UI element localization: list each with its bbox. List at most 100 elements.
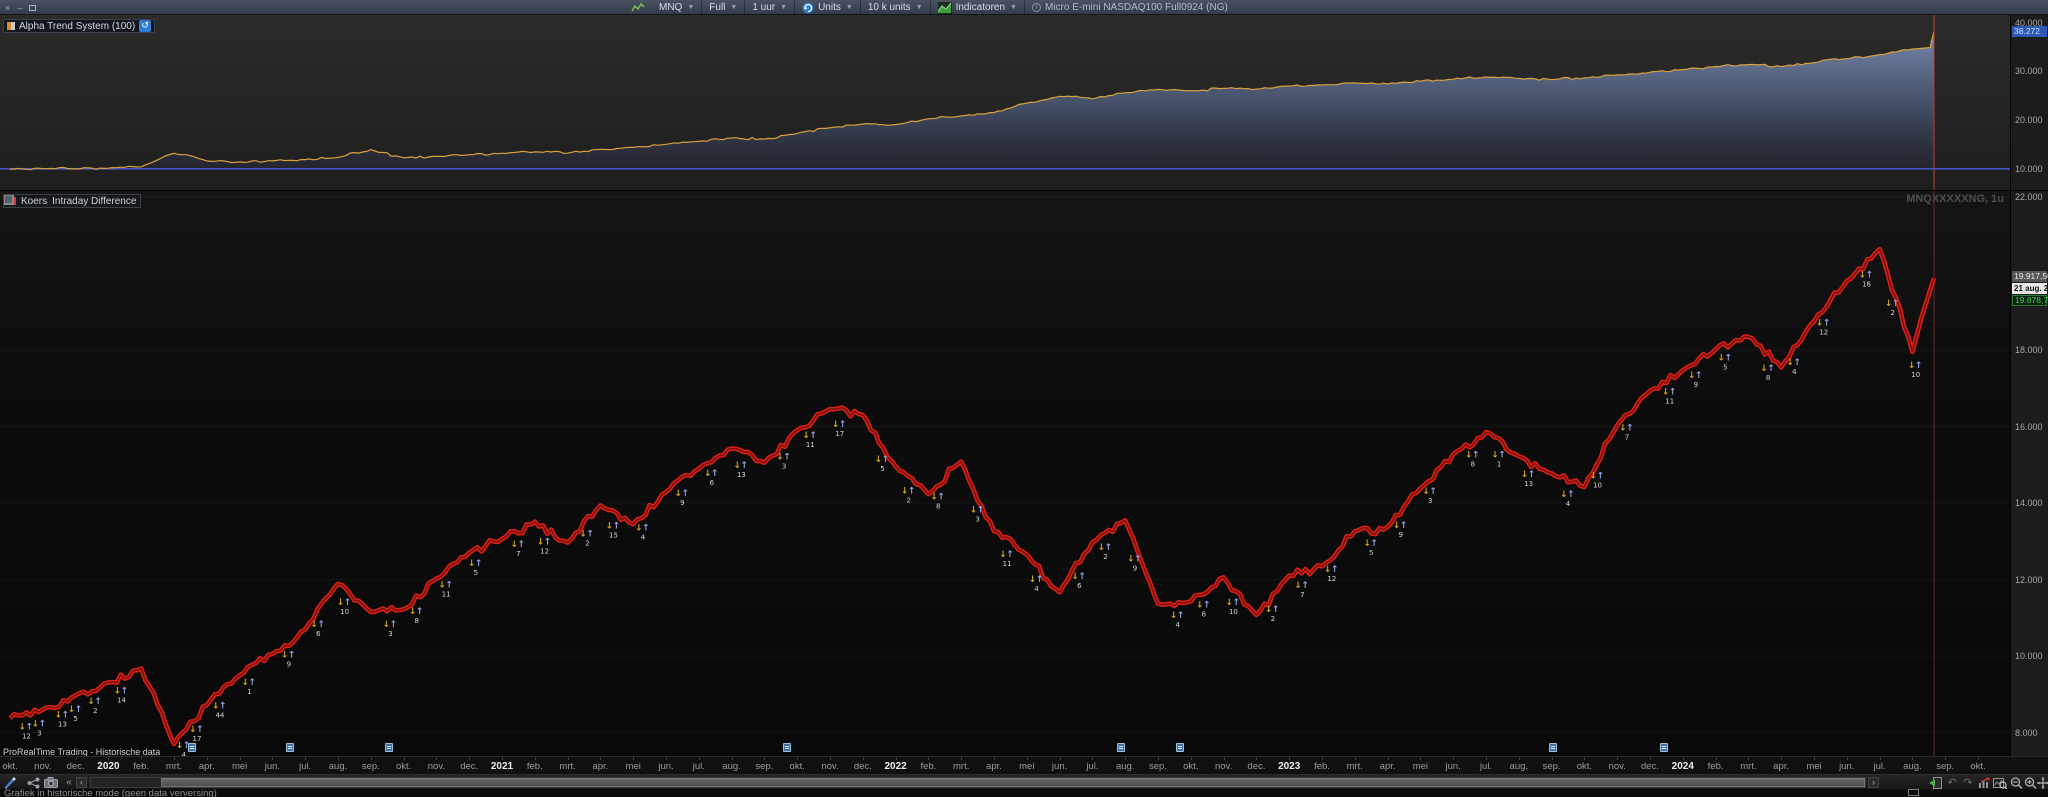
- timeline-tick: [1879, 757, 1881, 760]
- indicators-dropdown[interactable]: Indicatoren ▼: [931, 0, 1025, 15]
- scroll-left-arrow[interactable]: ‹: [76, 777, 87, 788]
- maximize-icon[interactable]: [29, 4, 37, 11]
- buy-arrow-icon: ↑: [1006, 550, 1014, 560]
- note-icon[interactable]: [1660, 743, 1668, 752]
- trade-marker: ↓ ↑8: [1760, 364, 1775, 382]
- price-legend-chip[interactable]: Koers Intraday Difference: [3, 194, 142, 208]
- trade-count-label: 2: [1271, 615, 1275, 623]
- trade-marker: ↓ ↑10: [1908, 361, 1923, 379]
- timeline-tick: [928, 757, 930, 760]
- y-axis-label: 22.000: [2015, 192, 2043, 202]
- trade-count-label: 15: [609, 532, 618, 540]
- trade-marker: ↓ ↑9: [674, 489, 689, 507]
- time-axis[interactable]: okt. nov. dec. 2020 feb. mrt. apr. mei jun. jul. a…: [0, 756, 2048, 774]
- trade-marker: ↓ ↑4: [1029, 575, 1044, 593]
- zoom-in-icon[interactable]: [2023, 776, 2037, 789]
- reset-icon[interactable]: ↺: [139, 20, 152, 32]
- symbol-dropdown[interactable]: MNQ ▼: [652, 0, 703, 15]
- trade-count-label: 2: [1103, 553, 1107, 561]
- units-dropdown[interactable]: Units ▼: [795, 0, 861, 15]
- trade-count-label: 12: [1327, 575, 1336, 583]
- trade-count-label: 3: [388, 630, 392, 638]
- timeline-tick: [10, 757, 11, 760]
- trade-count-label: 1: [247, 688, 251, 696]
- chevron-down-icon: ▼: [915, 4, 923, 11]
- timeline-tick: [206, 757, 208, 760]
- y-axis-label: 16.000: [2015, 421, 2043, 432]
- timeline-tick: [731, 757, 733, 760]
- chart-icon: [937, 1, 952, 14]
- detach-icon[interactable]: [1928, 776, 1942, 789]
- chart-scrollbar[interactable]: [90, 777, 1866, 788]
- note-icon[interactable]: [385, 743, 393, 752]
- undo-icon[interactable]: ↶: [1945, 776, 1959, 789]
- scroll-right-arrow[interactable]: ›: [1868, 777, 1879, 788]
- buy-arrow-icon: ↑: [445, 581, 453, 591]
- timeline-tick: [1223, 757, 1225, 760]
- range-dropdown[interactable]: Full ▼: [702, 0, 746, 15]
- trade-count-label: 14: [117, 697, 126, 705]
- price-y-axis[interactable]: 19.917,50 21 aug. 2024 19.878,75 22.000 1…: [2010, 191, 2048, 756]
- timeline-tick: [403, 757, 405, 760]
- trade-count-label: 3: [782, 462, 786, 470]
- buy-arrow-icon: ↑: [1724, 354, 1732, 364]
- cursor-date-tag: 21 aug. 2024: [2012, 282, 2048, 294]
- price-legend-label: Koers: [21, 195, 48, 207]
- window-mode-icon[interactable]: [1908, 789, 1919, 796]
- trade-marker: ↓ ↑3: [383, 620, 398, 638]
- trade-marker: ↓ ↑3: [776, 452, 791, 470]
- note-icon[interactable]: [783, 743, 791, 752]
- buy-arrow-icon: ↑: [1528, 470, 1536, 480]
- trade-count-label: 3: [975, 515, 979, 523]
- buy-arrow-icon: ↑: [1036, 575, 1044, 585]
- note-icon[interactable]: [188, 743, 196, 752]
- timeline-tick: [1289, 757, 1291, 760]
- trade-count-label: 5: [73, 715, 77, 723]
- indicator-legend-chip[interactable]: Alpha Trend System (100) ↺: [3, 19, 156, 33]
- timeframe-dropdown[interactable]: 1 uur ▼: [745, 0, 796, 15]
- info-icon[interactable]: i: [1031, 3, 1041, 12]
- trade-count-label: 2: [1890, 309, 1894, 317]
- trade-count-label: 12: [22, 733, 31, 741]
- crosshair-icon[interactable]: [2036, 776, 2048, 789]
- buy-arrow-icon: ↑: [344, 598, 352, 608]
- timeline-tick: [1846, 757, 1848, 760]
- minimize-icon[interactable]: –: [17, 3, 22, 13]
- note-icon[interactable]: [1117, 743, 1125, 752]
- note-icon[interactable]: [1549, 743, 1557, 752]
- trade-marker: ↓ ↑1: [241, 678, 256, 696]
- trade-count-label: 2: [585, 539, 589, 547]
- redo-icon[interactable]: ↷: [1961, 776, 1975, 789]
- equity-y-axis[interactable]: 38.272 40.000 30.000 20.000 10.000: [2010, 15, 2048, 190]
- trade-marker: ↓ ↑3: [32, 719, 47, 737]
- price-line: [8, 246, 1937, 747]
- trade-count-label: 2: [906, 496, 910, 504]
- chart-trade-icon[interactable]: [1977, 776, 1991, 789]
- zoom-out-icon[interactable]: [2009, 776, 2023, 789]
- buy-arrow-icon: ↑: [1272, 605, 1280, 615]
- scrollbar-thumb[interactable]: [161, 778, 1865, 787]
- trade-marker: ↓ ↑3: [970, 505, 985, 523]
- trade-count-label: 3: [37, 729, 41, 737]
- note-icon[interactable]: [1176, 743, 1184, 752]
- close-icon[interactable]: ×: [5, 3, 10, 13]
- buy-arrow-icon: ↑: [977, 505, 985, 515]
- timeline-tick: [1945, 757, 1947, 760]
- timeline-tick: [1322, 757, 1323, 760]
- buy-arrow-icon: ↑: [544, 538, 552, 548]
- trade-count-label: 12: [540, 548, 549, 556]
- trade-count-label: 13: [737, 471, 746, 479]
- equity-chart: [0, 15, 2010, 190]
- y-axis-label: 10.000: [2015, 651, 2043, 662]
- note-icon[interactable]: [286, 743, 294, 752]
- trade-count-label: 8: [1766, 374, 1770, 382]
- trade-count-label: 6: [1077, 582, 1082, 590]
- trade-marker: ↓ ↑2: [87, 697, 102, 715]
- intraday-icon: [4, 195, 13, 204]
- trade-marker: ↓ ↑12: [1816, 318, 1831, 336]
- trade-count-label: 17: [193, 735, 202, 743]
- units-value-dropdown[interactable]: 10 k units ▼: [861, 0, 931, 15]
- trade-marker: ↓ ↑6: [1196, 600, 1211, 618]
- y-axis-label: 20.000: [2015, 115, 2043, 126]
- chart-zoom-icon[interactable]: [1993, 776, 2007, 789]
